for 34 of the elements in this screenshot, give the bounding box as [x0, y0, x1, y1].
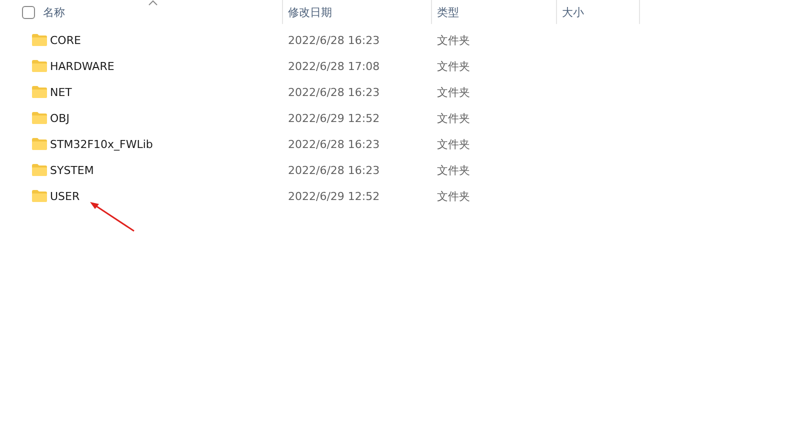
- folder-name[interactable]: NET: [50, 86, 72, 98]
- folder-icon: [32, 60, 47, 72]
- folder-name[interactable]: OBJ: [50, 112, 70, 124]
- folder-name[interactable]: STM32F10x_FWLib: [50, 138, 153, 150]
- file-type: 文件夹: [436, 58, 470, 74]
- select-all-checkbox[interactable]: [22, 6, 35, 18]
- folder-name[interactable]: SYSTEM: [50, 164, 94, 176]
- column-header[interactable]: 大小: [562, 4, 584, 20]
- modified-date: 2022/6/28 16:23: [287, 164, 380, 176]
- folder-name[interactable]: HARDWARE: [50, 60, 114, 72]
- column-header[interactable]: 类型: [437, 4, 459, 20]
- folder-icon: [32, 86, 47, 98]
- file-type: 文件夹: [436, 32, 470, 48]
- modified-date: 2022/6/29 12:52: [287, 190, 380, 202]
- modified-date: 2022/6/29 12:52: [287, 112, 380, 124]
- folder-icon: [32, 164, 47, 176]
- modified-date: 2022/6/28 17:08: [287, 60, 380, 72]
- file-type: 文件夹: [436, 188, 470, 204]
- folder-icon: [32, 190, 47, 202]
- file-type: 文件夹: [436, 136, 470, 152]
- sort-caret-icon: [148, 0, 158, 6]
- modified-date: 2022/6/28 16:23: [287, 34, 380, 46]
- file-type: 文件夹: [436, 84, 470, 100]
- file-type: 文件夹: [436, 162, 470, 178]
- column-header[interactable]: 名称: [43, 4, 65, 20]
- folder-name[interactable]: USER: [50, 190, 80, 202]
- modified-date: 2022/6/28 16:23: [287, 138, 380, 150]
- folder-name[interactable]: CORE: [50, 34, 81, 46]
- modified-date: 2022/6/28 16:23: [287, 86, 380, 98]
- folder-icon: [32, 138, 47, 150]
- folder-icon: [32, 34, 47, 46]
- column-header[interactable]: 修改日期: [288, 4, 332, 20]
- folder-icon: [32, 112, 47, 124]
- file-type: 文件夹: [436, 110, 470, 126]
